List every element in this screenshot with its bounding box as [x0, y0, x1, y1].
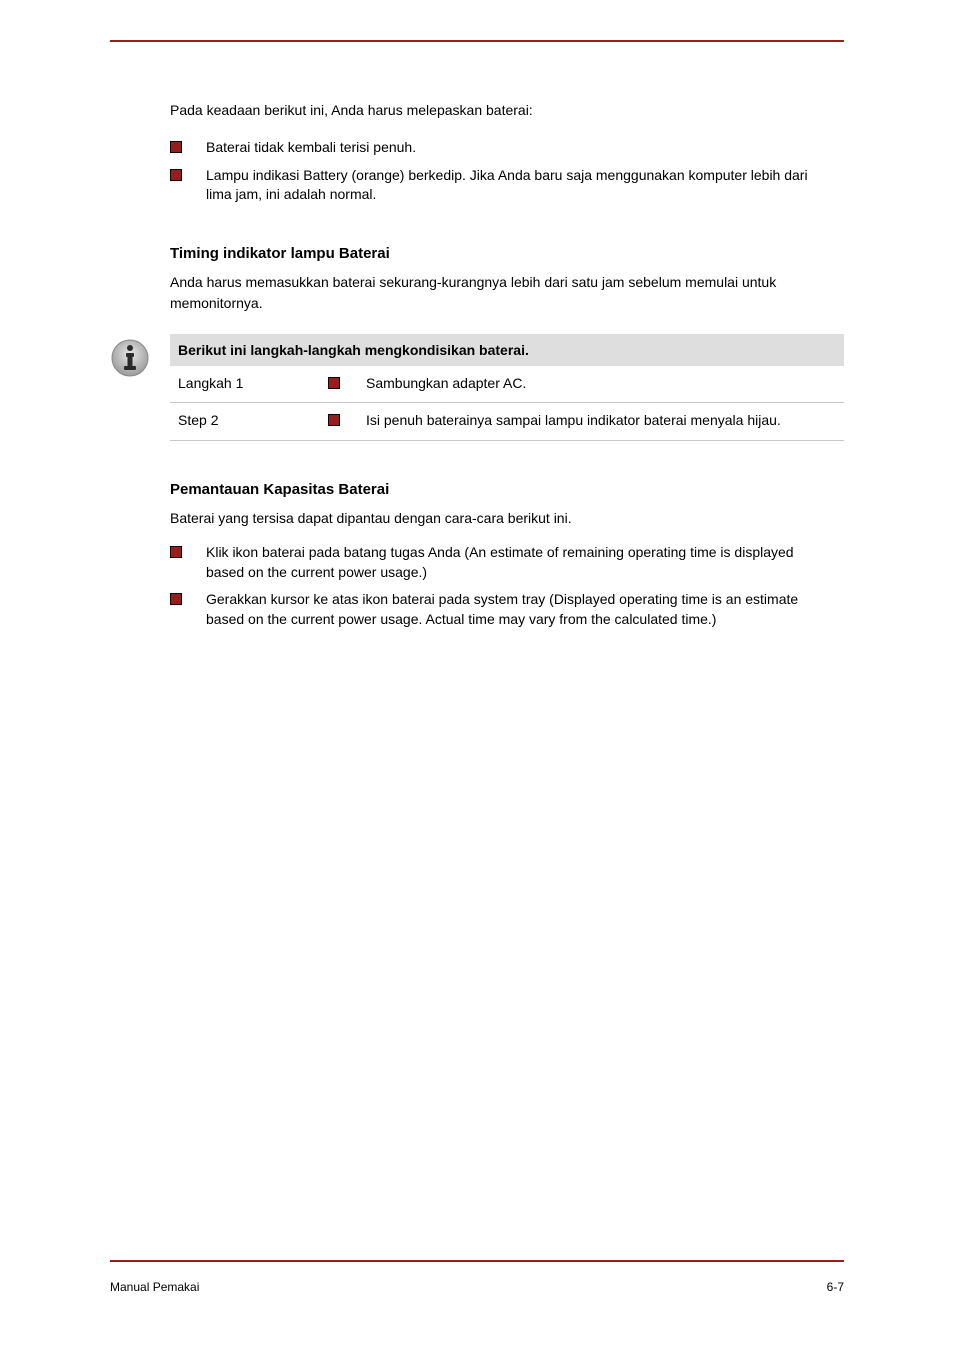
bullet-icon [170, 141, 182, 153]
bullet-icon [170, 546, 182, 558]
section-1-paragraph: Anda harus memasukkan baterai sekurang-k… [170, 272, 844, 314]
list-item: Baterai tidak kembali terisi penuh. [170, 138, 844, 158]
bullet-icon [328, 377, 340, 389]
bullet-icon [170, 169, 182, 181]
table-header: Berikut ini langkah-langkah mengkondisik… [170, 334, 844, 366]
table-cell-bullet [320, 403, 358, 441]
info-icon [110, 338, 150, 378]
bullet-text: Klik ikon baterai pada batang tugas Anda… [206, 543, 816, 582]
bullet-text: Baterai tidak kembali terisi penuh. [206, 138, 416, 158]
bullet-text: Lampu indikasi Battery (orange) berkedip… [206, 166, 816, 205]
footer-left: Manual Pemakai [110, 1280, 199, 1294]
table-row: Langkah 1 Sambungkan adapter AC. [170, 366, 844, 403]
table-cell-desc: Isi penuh baterainya sampai lampu indika… [358, 403, 844, 441]
footer-right: 6-7 [827, 1280, 844, 1294]
info-table: Berikut ini langkah-langkah mengkondisik… [170, 334, 844, 441]
bullet-list-2: Klik ikon baterai pada batang tugas Anda… [170, 543, 844, 629]
table-row: Step 2 Isi penuh baterainya sampai lampu… [170, 403, 844, 441]
footer: Manual Pemakai 6-7 [110, 1280, 844, 1294]
list-item: Klik ikon baterai pada batang tugas Anda… [170, 543, 844, 582]
list-item: Gerakkan kursor ke atas ikon baterai pad… [170, 590, 844, 629]
bottom-divider [110, 1260, 844, 1262]
list-item: Lampu indikasi Battery (orange) berkedip… [170, 166, 844, 205]
bullet-icon [328, 414, 340, 426]
table-cell-bullet [320, 366, 358, 403]
top-divider [110, 40, 844, 42]
section-title-1: Timing indikator lampu Baterai [170, 245, 844, 262]
bullet-list-1: Baterai tidak kembali terisi penuh. Lamp… [170, 138, 844, 205]
table-cell-step: Langkah 1 [170, 366, 320, 403]
intro-text: Pada keadaan berikut ini, Anda harus mel… [170, 102, 844, 118]
section-title-2: Pemantauan Kapasitas Baterai [170, 481, 844, 498]
info-block: Berikut ini langkah-langkah mengkondisik… [110, 334, 844, 441]
table-cell-step: Step 2 [170, 403, 320, 441]
bullet-text: Gerakkan kursor ke atas ikon baterai pad… [206, 590, 816, 629]
section-2-paragraph: Baterai yang tersisa dapat dipantau deng… [170, 508, 844, 529]
table-cell-desc: Sambungkan adapter AC. [358, 366, 844, 403]
bullet-icon [170, 593, 182, 605]
